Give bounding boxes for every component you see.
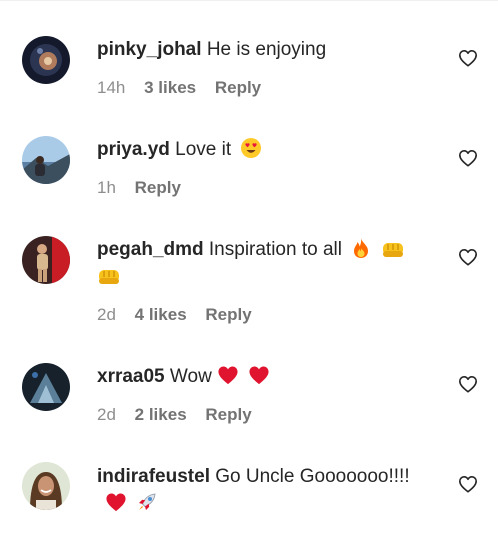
comment-likes[interactable]: 4 likes — [135, 305, 187, 324]
reply-button[interactable]: Reply — [205, 405, 251, 424]
comment-meta: 14h 3 likes Reply — [97, 77, 275, 99]
comment-time: 14h — [97, 78, 126, 97]
comment-meta: 1h Reply — [97, 177, 195, 199]
comment-likes[interactable]: 2 likes — [135, 405, 187, 424]
comment-meta: 2d 4 likes Reply — [97, 304, 266, 326]
heart-outline-icon[interactable] — [458, 149, 478, 167]
comment-body: xrraa05 Wow — [97, 363, 437, 390]
heart-outline-icon[interactable] — [458, 248, 478, 266]
heart-outline-icon[interactable] — [458, 375, 478, 393]
fire-emoji — [354, 237, 369, 258]
comment-time: 1h — [97, 178, 116, 197]
reply-button[interactable]: Reply — [205, 305, 251, 324]
comment-username[interactable]: pegah_dmd — [97, 239, 204, 260]
reply-button[interactable]: Reply — [215, 78, 261, 97]
comment-time: 2d — [97, 305, 116, 324]
red-heart-emoji — [249, 366, 269, 385]
comment-text: He is enjoying — [206, 39, 327, 60]
comment-text: Love it — [175, 139, 232, 160]
heart-outline-icon[interactable] — [458, 49, 478, 67]
comment-body: indirafeustel Go Uncle Gooooooo!!!! — [97, 463, 437, 517]
heart-eyes-emoji — [241, 137, 262, 158]
comment-username[interactable]: xrraa05 — [97, 366, 165, 387]
avatar[interactable] — [22, 136, 70, 184]
comment-body: pegah_dmd Inspiration to all — [97, 236, 437, 290]
comment-meta: 2d 2 likes Reply — [97, 404, 266, 426]
comment-time: 2d — [97, 405, 116, 424]
comment-text: Inspiration to all — [208, 239, 342, 260]
avatar[interactable] — [22, 462, 70, 510]
comment-username[interactable]: priya.yd — [97, 139, 170, 160]
reply-button[interactable]: Reply — [135, 178, 181, 197]
avatar[interactable] — [22, 363, 70, 411]
comment-username[interactable]: pinky_johal — [97, 39, 202, 60]
avatar[interactable] — [22, 36, 70, 84]
avatar[interactable] — [22, 236, 70, 284]
comment-username[interactable]: indirafeustel — [97, 466, 210, 487]
fist-emoji — [382, 242, 403, 257]
heart-outline-icon[interactable] — [458, 475, 478, 493]
comment-likes[interactable]: 3 likes — [144, 78, 196, 97]
red-heart-emoji — [218, 366, 238, 385]
comment-text: Wow — [169, 366, 212, 387]
comment-text: Go Uncle Gooooooo!!!! — [215, 466, 410, 487]
red-heart-emoji — [106, 493, 126, 512]
top-divider — [0, 0, 498, 1]
comment-body: pinky_johal He is enjoying — [97, 36, 437, 63]
fist-emoji — [99, 269, 119, 284]
rocket-emoji — [139, 493, 156, 510]
comment-body: priya.yd Love it — [97, 136, 437, 163]
